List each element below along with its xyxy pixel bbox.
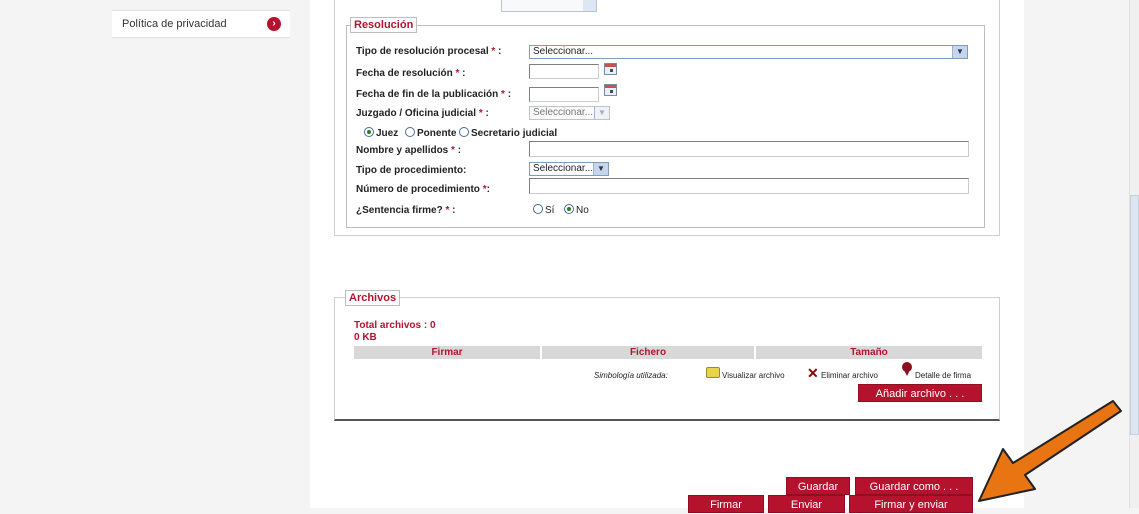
sentencia-text: ¿Sentencia firme? — [356, 205, 443, 216]
save-button[interactable]: Guardar — [786, 477, 850, 495]
fecha-fin-text: Fecha de fin de la publicación — [356, 89, 499, 100]
sign-and-send-button[interactable]: Firmar y enviar — [849, 495, 973, 513]
sidebar-item-privacy[interactable]: Política de privacidad — [112, 10, 290, 38]
fecha-resolucion-label: Fecha de resolución * : — [356, 68, 466, 79]
required-mark: * — [491, 46, 496, 57]
fecha-fin-label: Fecha de fin de la publicación * : — [356, 89, 512, 100]
left-column: Política de privacidad — [0, 0, 310, 508]
radio-ponente[interactable] — [405, 127, 415, 137]
numero-procedimiento-input[interactable] — [529, 178, 969, 194]
radio-secretario[interactable] — [459, 127, 469, 137]
numero-text: Número de procedimiento — [356, 184, 480, 195]
radio-si[interactable] — [533, 204, 543, 214]
select-value: Seleccionar... — [533, 163, 594, 174]
tipo-procedimiento-label: Tipo de procedimiento: — [356, 165, 467, 176]
required-mark: * — [478, 108, 483, 119]
radio-ponente-label: Ponente — [417, 128, 457, 139]
column-firmar: Firmar — [354, 346, 540, 359]
nombre-input[interactable] — [529, 141, 969, 157]
radio-secretario-label: Secretario judicial — [471, 128, 558, 139]
folder-open-icon — [706, 367, 720, 378]
annotation-arrow-icon — [978, 400, 1122, 502]
resolucion-legend: Resolución — [350, 17, 418, 33]
chevron-down-icon: ▼ — [594, 107, 609, 119]
chevron-down-icon: ▼ — [952, 46, 967, 58]
simbologia-label: Simbología utilizada: — [594, 371, 668, 380]
required-mark: * — [445, 205, 450, 216]
radio-no-label: No — [576, 205, 589, 216]
total-archivos: Total archivos : 0 — [354, 320, 436, 331]
main-content: Resolución Tipo de resolución procesal *… — [310, 0, 1024, 513]
required-mark: * — [482, 184, 487, 195]
archivos-legend: Archivos — [345, 290, 401, 306]
column-fichero: Fichero — [542, 346, 754, 359]
fecha-resolucion-text: Fecha de resolución — [356, 68, 453, 79]
juzgado-label: Juzgado / Oficina judicial * : — [356, 108, 489, 119]
nombre-text: Nombre y apellidos — [356, 145, 449, 156]
tipo-resolucion-label: Tipo de resolución procesal * : — [356, 46, 502, 57]
fecha-fin-input[interactable] — [529, 87, 599, 102]
scrollbar-thumb[interactable] — [1130, 195, 1139, 435]
sidebar-arrow-icon[interactable]: › — [267, 17, 281, 31]
column-tamano: Tamaño — [756, 346, 982, 359]
delete-x-icon: ✕ — [807, 365, 819, 381]
chevron-down-icon: ▼ — [593, 163, 608, 175]
required-mark: * — [451, 145, 455, 156]
total-size: 0 KB — [354, 332, 377, 343]
required-mark: * — [455, 68, 460, 79]
tipo-procedimiento-select[interactable]: Seleccionar... ▼ — [529, 162, 609, 176]
numero-procedimiento-label: Número de procedimiento *: — [356, 184, 490, 195]
tipo-resolucion-text: Tipo de resolución procesal — [356, 46, 489, 57]
radio-juez[interactable] — [364, 127, 374, 137]
radio-si-label: Sí — [545, 205, 555, 216]
select-value: Seleccionar... — [533, 46, 594, 57]
required-mark: * — [501, 89, 505, 100]
visualizar-label: Visualizar archivo — [722, 371, 785, 380]
sign-button[interactable]: Firmar — [688, 495, 764, 513]
sentencia-label: ¿Sentencia firme? * : — [356, 205, 456, 216]
detalle-label: Detalle de firma — [915, 371, 972, 380]
juzgado-select[interactable]: Seleccionar... ▼ — [529, 106, 610, 120]
eliminar-label: Eliminar archivo — [821, 371, 878, 380]
radio-juez-label: Juez — [376, 128, 399, 139]
radio-no[interactable] — [564, 204, 574, 214]
save-as-button[interactable]: Guardar como . . . — [855, 477, 973, 495]
signature-seal-ribbon — [904, 370, 910, 376]
add-file-button[interactable]: Añadir archivo . . . — [858, 384, 982, 402]
nombre-label: Nombre y apellidos * : — [356, 145, 462, 156]
juzgado-text: Juzgado / Oficina judicial — [356, 108, 477, 119]
sidebar-item-label: Política de privacidad — [122, 18, 227, 30]
send-button[interactable]: Enviar — [768, 495, 845, 513]
tipo-resolucion-select[interactable]: Seleccionar... ▼ — [529, 45, 968, 59]
fecha-resolucion-input[interactable] — [529, 64, 599, 79]
calendar-icon[interactable] — [604, 84, 617, 96]
calendar-icon[interactable] — [604, 63, 617, 75]
select-value: Seleccionar... — [533, 107, 594, 118]
